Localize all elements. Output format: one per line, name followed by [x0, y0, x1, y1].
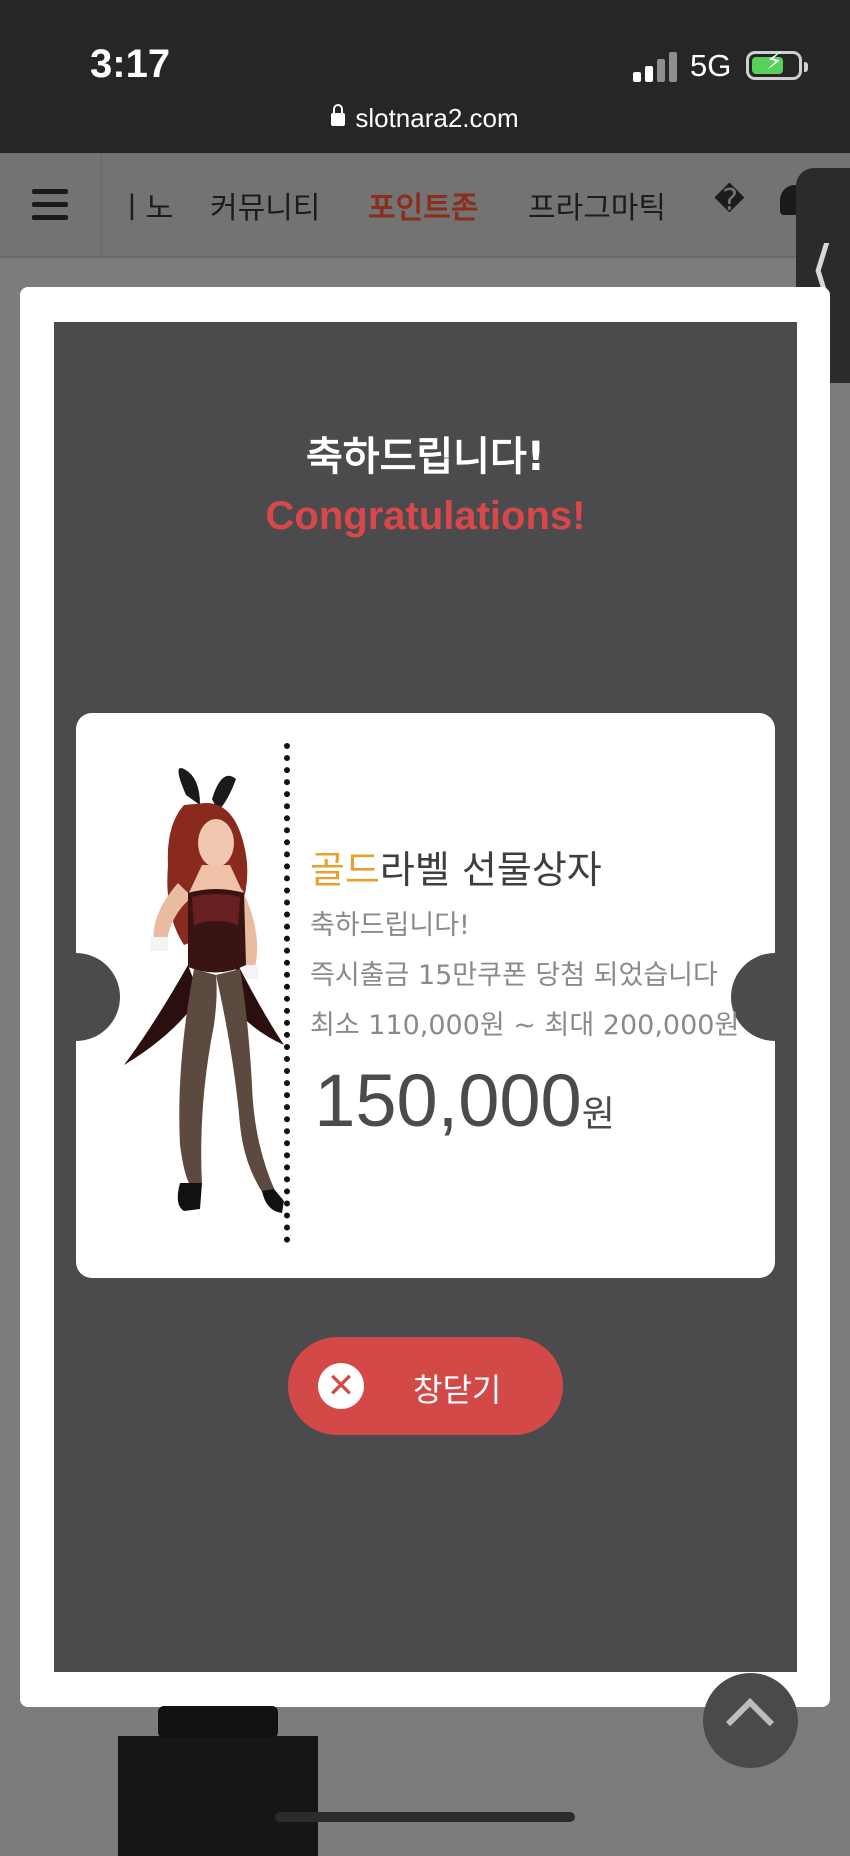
home-indicator	[275, 1812, 575, 1822]
bunny-girl-illustration	[124, 768, 284, 1213]
nav-item-casino[interactable]: ㅣ노	[118, 183, 173, 227]
coupon-amount-value: 150,000	[314, 1059, 582, 1142]
lock-icon	[331, 104, 346, 126]
status-bar: 3:17 5G ⚡ slotnara2.com	[0, 0, 850, 153]
coupon-amount-unit: 원	[581, 1094, 615, 1135]
signal-icon	[633, 50, 679, 82]
url-text: slotnara2.com	[355, 103, 519, 133]
battery-icon: ⚡	[746, 49, 808, 80]
coupon-line-congrats: 축하드립니다!	[310, 910, 470, 941]
nav-item-pointzone[interactable]: 포인트존	[368, 183, 478, 227]
modal-subtitle: Congratulations!	[265, 494, 586, 538]
coupon-title-rest: 라벨 선물상자	[379, 848, 602, 892]
coupon-line-win: 즉시출금 15만쿠폰 당첨 되었습니다	[310, 960, 718, 991]
scroll-to-top-button[interactable]	[703, 1673, 798, 1768]
nav-item-pragmatic[interactable]: 프라그마틱	[528, 183, 666, 227]
modal-title: 축하드립니다!	[305, 434, 546, 480]
coupon-amount: 150,000원	[76, 1058, 775, 1143]
modal-panel: 축하드립니다! Congratulations! 골드라벨 선물상자 축하드립니…	[54, 322, 797, 1672]
close-modal-button[interactable]: ✕ 창닫기	[288, 1337, 563, 1435]
close-button-label: 창닫기	[413, 1371, 502, 1409]
site-nav: ㅣ노 커뮤니티 포인트존 프라그마틱 �	[0, 153, 850, 258]
nav-item-community[interactable]: 커뮤니티	[210, 183, 320, 227]
chevron-up-icon	[725, 1697, 775, 1747]
coupon-card: 골드라벨 선물상자 축하드립니다! 즉시출금 15만쿠폰 당첨 되었습니다 최소…	[76, 713, 775, 1278]
coupon-line-range: 최소 110,000원 ~ 최대 200,000원	[310, 1010, 740, 1041]
status-time: 3:17	[90, 42, 171, 86]
gift-box-image	[118, 1706, 318, 1856]
network-type: 5G	[690, 48, 732, 83]
close-icon: ✕	[318, 1363, 364, 1409]
coupon-title-highlight: 골드	[310, 848, 380, 892]
address-bar[interactable]: slotnara2.com	[0, 103, 850, 134]
menu-icon[interactable]	[0, 153, 102, 256]
coupon-perforation	[284, 743, 290, 1243]
coupon-title: 골드라벨 선물상자	[310, 839, 602, 894]
nav-item-more[interactable]: �	[714, 183, 745, 218]
